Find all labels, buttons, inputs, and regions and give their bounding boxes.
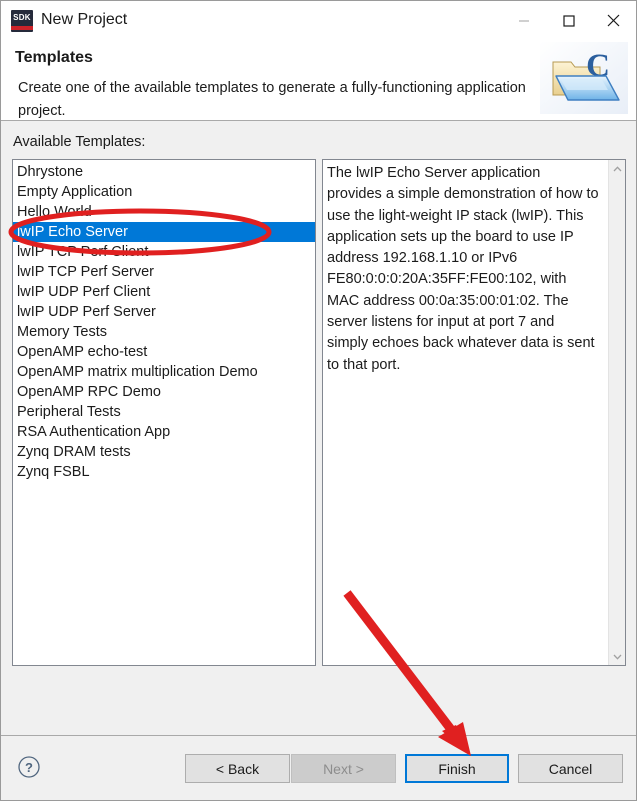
cancel-button[interactable]: Cancel: [518, 754, 623, 783]
list-item[interactable]: RSA Authentication App: [13, 422, 315, 442]
page-description: Create one of the available templates to…: [18, 77, 528, 123]
sdk-app-icon: SDK: [11, 10, 33, 32]
list-item[interactable]: Dhrystone: [13, 162, 315, 182]
help-icon[interactable]: ?: [17, 755, 41, 779]
list-item[interactable]: Zynq DRAM tests: [13, 442, 315, 462]
close-icon[interactable]: [591, 1, 636, 40]
list-item[interactable]: Memory Tests: [13, 322, 315, 342]
template-description-text: The lwIP Echo Server application provide…: [327, 163, 599, 376]
templates-list[interactable]: DhrystoneEmpty ApplicationHello WorldlwI…: [12, 159, 316, 666]
wizard-header: Templates Create one of the available te…: [1, 40, 636, 121]
sdk-icon-label: SDK: [11, 13, 33, 22]
templates-list-inner: DhrystoneEmpty ApplicationHello WorldlwI…: [13, 162, 315, 482]
dialog-body: Available Templates: DhrystoneEmpty Appl…: [1, 121, 636, 800]
list-item[interactable]: OpenAMP matrix multiplication Demo: [13, 362, 315, 382]
window-controls: [501, 1, 636, 40]
svg-text:?: ?: [25, 760, 33, 775]
description-scrollbar[interactable]: [608, 160, 625, 665]
list-item[interactable]: lwIP TCP Perf Client: [13, 242, 315, 262]
finish-button[interactable]: Finish: [405, 754, 509, 783]
page-title: Templates: [15, 49, 93, 67]
list-item[interactable]: OpenAMP RPC Demo: [13, 382, 315, 402]
available-templates-label: Available Templates:: [13, 134, 145, 150]
list-item[interactable]: Empty Application: [13, 182, 315, 202]
list-item[interactable]: OpenAMP echo-test: [13, 342, 315, 362]
new-project-dialog: SDK New Project Templates Create one of …: [0, 0, 637, 801]
list-item[interactable]: lwIP TCP Perf Server: [13, 262, 315, 282]
maximize-icon[interactable]: [546, 1, 591, 40]
list-item[interactable]: lwIP UDP Perf Server: [13, 302, 315, 322]
list-item[interactable]: Zynq FSBL: [13, 462, 315, 482]
minimize-icon[interactable]: [501, 1, 546, 40]
back-button[interactable]: < Back: [185, 754, 290, 783]
template-description-panel: The lwIP Echo Server application provide…: [322, 159, 626, 666]
next-button: Next >: [291, 754, 396, 783]
chevron-down-icon[interactable]: [609, 648, 626, 665]
sdk-icon-red-bar: [11, 26, 33, 30]
list-item[interactable]: Peripheral Tests: [13, 402, 315, 422]
chevron-up-icon[interactable]: [609, 160, 626, 177]
c-project-folder-icon: C: [540, 42, 628, 114]
list-item[interactable]: Hello World: [13, 202, 315, 222]
list-item[interactable]: lwIP UDP Perf Client: [13, 282, 315, 302]
window-title: New Project: [41, 9, 127, 31]
title-bar: SDK New Project: [1, 1, 636, 40]
list-item[interactable]: lwIP Echo Server: [13, 222, 315, 242]
